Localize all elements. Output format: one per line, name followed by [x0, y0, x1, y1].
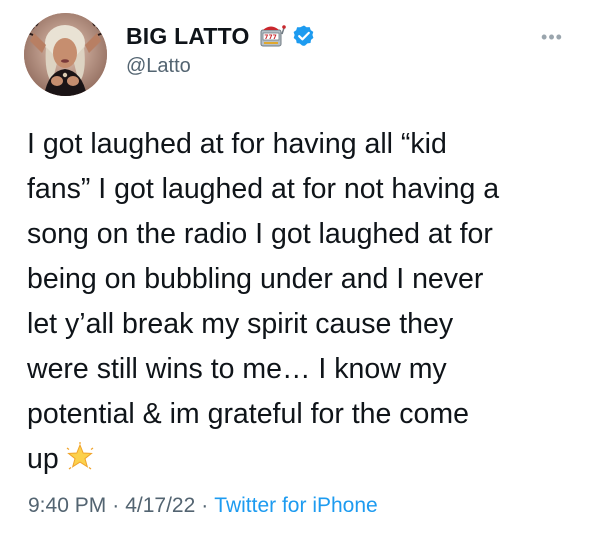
tweet-metadata: 9:40 PM · 4/17/22 · Twitter for iPhone: [28, 494, 378, 518]
avatar[interactable]: [24, 13, 107, 96]
avatar-image: [24, 13, 107, 96]
tweet-source-link[interactable]: Twitter for iPhone: [214, 494, 377, 517]
svg-text:777: 777: [264, 34, 277, 41]
slot-machine-icon: 777: [258, 22, 286, 50]
separator-dot: ·: [112, 494, 120, 517]
separator-dot: ·: [201, 494, 209, 517]
tweet-time[interactable]: 9:40 PM: [28, 494, 106, 517]
verified-badge-icon: [292, 24, 316, 48]
author-handle[interactable]: @Latto: [126, 55, 191, 78]
author-name-row: BIG LATTO 777: [126, 20, 316, 52]
tweet-body: I got laughed at for having all “kid fan…: [27, 128, 500, 475]
tweet-text: I got laughed at for having all “kid fan…: [27, 122, 572, 482]
author-display-name[interactable]: BIG LATTO: [126, 23, 250, 50]
tweet-date[interactable]: 4/17/22: [125, 494, 195, 517]
more-options-button[interactable]: •••: [532, 27, 572, 47]
glowing-star-icon: [65, 441, 95, 471]
tweet-card: BIG LATTO 777 @Latto ••• I got laughed a…: [0, 0, 595, 543]
more-dots-icon: •••: [541, 27, 563, 47]
